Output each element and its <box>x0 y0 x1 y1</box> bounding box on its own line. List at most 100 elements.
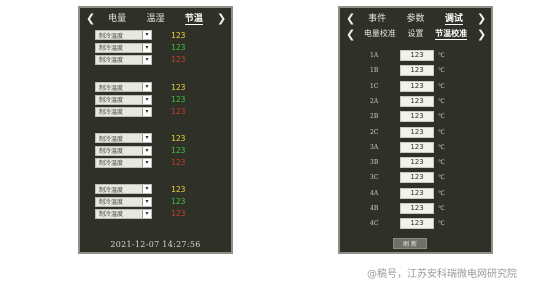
mode-select[interactable]: 制冷温度 ▾ <box>95 42 152 53</box>
calibration-label: 3C <box>370 174 379 182</box>
calibration-row: 3C 123 ℃ <box>370 172 445 184</box>
sub-tab-1[interactable]: 设置 <box>407 28 423 40</box>
mode-select[interactable]: 制冷温度 ▾ <box>95 208 152 219</box>
temperature-value: 123 <box>171 158 186 168</box>
chevron-down-icon[interactable]: ▾ <box>142 158 151 167</box>
top-tab-0[interactable]: 事件 <box>368 11 386 25</box>
temperature-row: 制冷温度 ▾ 123 <box>95 54 185 66</box>
unit-label: ℃ <box>438 113 445 121</box>
sub-tab-2[interactable]: 节温校准 <box>435 28 468 40</box>
mode-select-label: 制冷温度 <box>99 148 124 156</box>
chevron-down-icon[interactable]: ▾ <box>142 95 151 104</box>
mode-select-label: 制冷温度 <box>99 199 124 207</box>
mode-select[interactable]: 制冷温度 ▾ <box>95 82 152 93</box>
temperature-row: 制冷温度 ▾ 123 <box>95 106 185 118</box>
calibration-label: 4B <box>370 205 379 212</box>
calibration-input[interactable]: 123 <box>400 50 434 61</box>
mode-select-label: 制冷温度 <box>99 160 124 168</box>
calibration-input[interactable]: 123 <box>400 218 434 230</box>
next-sub-tab-button[interactable]: ❯ <box>477 28 486 41</box>
watermark-caption: @稿号，江苏安科瑞微电网研究院 <box>367 269 517 280</box>
calibration-label: 2B <box>370 113 379 121</box>
chevron-down-icon[interactable]: ▾ <box>142 55 151 64</box>
top-tab-1[interactable]: 参数 <box>406 11 424 25</box>
mode-select[interactable]: 制冷温度 ▾ <box>95 30 152 41</box>
temperature-value: 123 <box>171 133 186 143</box>
refresh-button[interactable]: 刷 新 <box>393 238 427 249</box>
mode-select[interactable]: 制冷温度 ▾ <box>95 133 152 144</box>
temperature-value: 123 <box>171 209 186 219</box>
mode-select[interactable]: 制冷温度 ▾ <box>95 157 152 168</box>
temperature-row: 制冷温度 ▾ 123 <box>95 144 185 156</box>
calibration-row: 1C 123 ℃ <box>370 80 445 92</box>
unit-label: ℃ <box>438 97 445 105</box>
temperature-group: 制冷温度 ▾ 123 制冷温度 ▾ 123 制冷温度 ▾ 123 <box>95 81 185 118</box>
chevron-down-icon[interactable]: ▾ <box>142 31 151 40</box>
top-tab-2[interactable]: 调试 <box>444 11 463 25</box>
calibration-input[interactable]: 123 <box>400 157 434 169</box>
calibration-input[interactable]: 123 <box>400 111 434 123</box>
calibration-input[interactable]: 123 <box>400 172 434 184</box>
mode-select[interactable]: 制冷温度 ▾ <box>95 145 152 156</box>
prev-sub-tab-button[interactable]: ❮ <box>346 28 355 41</box>
temperature-row: 制冷温度 ▾ 123 <box>95 41 185 53</box>
prev-top-tab-button[interactable]: ❮ <box>346 12 355 25</box>
calibration-row: 2A 123 ℃ <box>370 95 445 107</box>
calibration-row: 4A 123 ℃ <box>370 187 445 199</box>
calibration-label: 1A <box>370 52 379 59</box>
calibration-row: 1A 123 ℃ <box>370 50 445 61</box>
chevron-down-icon[interactable]: ▾ <box>142 43 151 52</box>
next-top-tab-button[interactable]: ❯ <box>477 12 486 25</box>
temperature-value: 123 <box>171 197 186 207</box>
calibration-input[interactable]: 123 <box>400 187 434 199</box>
calibration-row: 4B 123 ℃ <box>370 203 445 214</box>
unit-label: ℃ <box>438 220 445 228</box>
unit-label: ℃ <box>438 174 445 182</box>
mode-select[interactable]: 制冷温度 ▾ <box>95 106 152 117</box>
calibration-label: 3B <box>370 159 379 167</box>
mode-select[interactable]: 制冷温度 ▾ <box>95 196 152 207</box>
chevron-down-icon[interactable]: ▾ <box>142 146 151 155</box>
calibration-input[interactable]: 123 <box>400 141 434 153</box>
prev-tab-button[interactable]: ❮ <box>86 12 95 25</box>
calibration-input[interactable]: 123 <box>400 203 434 214</box>
calibration-input[interactable]: 123 <box>400 95 434 107</box>
temperature-row: 制冷温度 ▾ 123 <box>95 157 185 169</box>
left-tab-1[interactable]: 温湿 <box>146 11 164 25</box>
calibration-input[interactable]: 123 <box>400 65 434 77</box>
temperature-row: 制冷温度 ▾ 123 <box>95 208 185 220</box>
temperature-value: 123 <box>171 95 186 105</box>
temperature-value: 123 <box>171 146 186 156</box>
calibration-input[interactable]: 123 <box>400 80 434 92</box>
chevron-down-icon[interactable]: ▾ <box>142 209 151 218</box>
calibration-input[interactable]: 123 <box>400 126 434 138</box>
calibration-row: 3A 123 ℃ <box>370 141 445 153</box>
calibration-label: 2A <box>370 97 379 105</box>
next-tab-button[interactable]: ❯ <box>217 12 226 25</box>
temperature-value: 123 <box>171 107 186 117</box>
chevron-down-icon[interactable]: ▾ <box>142 107 151 116</box>
chevron-down-icon[interactable]: ▾ <box>142 134 151 143</box>
left-tab-2[interactable]: 节温 <box>184 11 203 25</box>
chevron-down-icon[interactable]: ▾ <box>142 83 151 92</box>
temperature-group: 制冷温度 ▾ 123 制冷温度 ▾ 123 制冷温度 ▾ 123 <box>95 29 185 66</box>
mode-select[interactable]: 制冷温度 ▾ <box>95 94 152 105</box>
calibration-row: 3B 123 ℃ <box>370 157 445 169</box>
unit-label: ℃ <box>438 67 445 75</box>
calibration-label: 2C <box>370 128 379 136</box>
mode-select-label: 制冷温度 <box>99 57 124 65</box>
mode-select[interactable]: 制冷温度 ▾ <box>95 184 152 195</box>
chevron-down-icon[interactable]: ▾ <box>142 197 151 206</box>
temperature-row: 制冷温度 ▾ 123 <box>95 195 185 207</box>
sub-tab-0[interactable]: 电量校准 <box>364 28 396 40</box>
mode-select[interactable]: 制冷温度 ▾ <box>95 54 152 65</box>
calibration-row: 1B 123 ℃ <box>370 65 445 77</box>
temperature-value: 123 <box>171 82 186 92</box>
top-tab-list: 事件 参数 调试 <box>354 11 477 25</box>
calibration-label: 1B <box>370 67 379 75</box>
temperature-row: 制冷温度 ▾ 123 <box>95 29 185 41</box>
datetime-display: 2021-12-07 14:27:56 <box>110 240 201 249</box>
chevron-down-icon[interactable]: ▾ <box>142 185 151 194</box>
left-tab-0[interactable]: 电量 <box>108 11 126 25</box>
temperature-value: 123 <box>171 184 186 194</box>
